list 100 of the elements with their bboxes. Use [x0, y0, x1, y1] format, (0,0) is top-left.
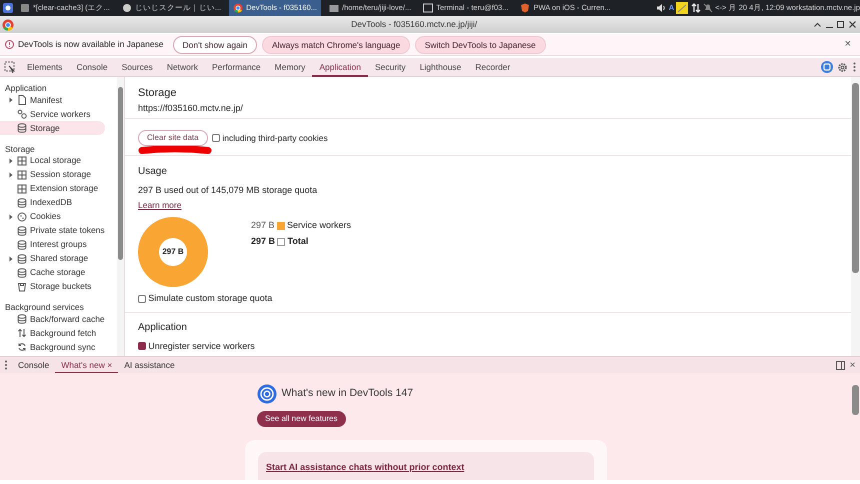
start-menu-icon[interactable]	[0, 0, 16, 16]
speaker-icon[interactable]	[656, 3, 666, 13]
browser-icon	[257, 384, 277, 404]
panel-tab[interactable]: Memory	[268, 58, 312, 76]
sidebar-item[interactable]: Extension storage	[0, 182, 105, 196]
donut-ring	[138, 217, 208, 288]
sidebar-item[interactable]: Service workers	[0, 107, 105, 121]
clear-site-data-button[interactable]: Clear site data	[138, 130, 208, 146]
expand-arrow-icon[interactable]	[8, 256, 14, 262]
browser-icon	[233, 3, 244, 13]
sidebar-item[interactable]: Session storage	[0, 168, 105, 182]
info-message: DevTools is now available in Japanese	[18, 38, 164, 51]
database-icon	[17, 198, 27, 208]
unregister-checkbox[interactable]: Unregister service workers	[138, 340, 838, 353]
sidebar-item[interactable]: Private state tokens	[0, 224, 105, 238]
donut-center-label: 297 B	[162, 246, 184, 258]
sidebar-item[interactable]: Cookies	[0, 210, 105, 224]
sidebar-item[interactable]: Interest groups	[0, 238, 105, 252]
browser-icon	[2, 18, 14, 30]
legend-swatch	[277, 238, 286, 246]
database-icon	[17, 314, 27, 324]
third-party-checkbox[interactable]: including third-party cookies	[212, 132, 328, 144]
sidebar-item[interactable]: Background sync	[0, 340, 105, 354]
file-icon	[17, 95, 27, 105]
expand-arrow-icon[interactable]	[8, 172, 14, 178]
network-icon[interactable]	[690, 3, 701, 13]
panel-tab[interactable]: Recorder	[468, 58, 518, 76]
close-button[interactable]: ×	[844, 36, 851, 53]
see-all-features-button[interactable]: See all new features	[257, 411, 346, 427]
section-title: Application	[138, 321, 188, 335]
sync-icon	[17, 342, 27, 352]
section-heading: Storage	[4, 142, 36, 154]
panel-tab[interactable]: Application	[312, 58, 368, 76]
sidebar-item[interactable]: IndexedDB	[0, 196, 105, 210]
origin-url: https://f035160.mctv.ne.jp/	[138, 102, 244, 115]
database-icon	[17, 240, 27, 250]
window-title: DevTools - f035160.mctv.ne.jp/jiji/	[351, 19, 478, 30]
sidebar-item[interactable]: Storage buckets	[0, 280, 105, 294]
table-icon	[17, 170, 27, 180]
section-title: Usage	[138, 165, 168, 179]
panel-tab[interactable]: Security	[368, 58, 413, 76]
sidebar-item[interactable]: Manifest	[0, 93, 105, 107]
dock-side-icon[interactable]	[836, 360, 846, 370]
panel-tab[interactable]: Elements	[20, 58, 70, 76]
expand-arrow-icon[interactable]	[8, 158, 14, 164]
database-icon	[17, 254, 27, 264]
expand-arrow-icon[interactable]	[8, 214, 14, 220]
cookie-icon	[17, 212, 27, 222]
maximize-icon[interactable]	[837, 21, 844, 28]
drawer-tab[interactable]: Console	[12, 356, 56, 374]
sidebar-item[interactable]: Local storage	[0, 154, 105, 168]
scrollbar[interactable]	[117, 77, 124, 356]
sidebar-item[interactable]: Cache storage	[0, 266, 105, 280]
collapse-icon[interactable]	[814, 22, 821, 27]
usage-summary: 297 B used out of 145,079 MB storage quota	[138, 184, 318, 197]
panel-tab[interactable]: Network	[160, 58, 205, 76]
sidebar-item[interactable]: Shared storage	[0, 252, 105, 266]
panel-tab[interactable]: Performance	[205, 58, 268, 76]
assistant-icon[interactable]	[820, 61, 832, 73]
section-heading: Background services	[4, 301, 85, 312]
legend-label: Service workers	[287, 219, 352, 232]
tab-close-icon[interactable]: ×	[107, 360, 112, 370]
database-icon	[17, 268, 27, 278]
panel-tab[interactable]: Sources	[114, 58, 160, 76]
simulate-quota-checkbox[interactable]: Simulate custom storage quota	[138, 292, 838, 306]
drawer-tab[interactable]: What's new ×	[55, 356, 118, 374]
sidebar-item[interactable]: Background fetch	[0, 326, 105, 340]
sidebar-item[interactable]: Storage	[0, 121, 105, 135]
folder-icon	[329, 3, 339, 13]
up-down-arrows-icon	[17, 328, 27, 338]
close-button[interactable]: ×	[850, 358, 856, 372]
table-icon	[17, 184, 27, 194]
note-icon[interactable]	[676, 2, 688, 14]
terminal-icon	[423, 3, 434, 13]
legend-value: 297 B	[251, 235, 276, 248]
feature-link[interactable]: Start AI assistance chats without prior context	[266, 462, 464, 472]
scrollbar[interactable]	[851, 77, 860, 356]
shield-icon	[520, 3, 530, 13]
learn-more-link[interactable]: Learn more	[138, 200, 182, 210]
sidebar-item[interactable]: Back/forward cache	[0, 312, 105, 326]
infobar-button[interactable]: Switch DevTools to Japanese	[414, 36, 546, 54]
close-icon[interactable]	[848, 21, 856, 28]
more-menu-icon[interactable]	[852, 62, 856, 72]
bucket-icon	[17, 282, 27, 292]
panel-tab[interactable]: Console	[69, 58, 115, 76]
legend-value: 297 B	[251, 219, 275, 232]
infobar-button[interactable]: Don't show again	[172, 36, 258, 54]
settings-icon[interactable]	[837, 62, 848, 72]
app-icon	[20, 3, 30, 13]
bell-muted-icon[interactable]	[702, 3, 713, 13]
whats-new-title: What's new in DevTools 147	[282, 386, 414, 402]
gears-icon	[17, 109, 27, 119]
section-title: Storage	[138, 86, 178, 101]
drawer-tab[interactable]: AI assistance	[118, 356, 181, 374]
database-icon	[17, 226, 27, 236]
info-icon	[4, 40, 14, 49]
expand-arrow-icon[interactable]	[8, 97, 14, 103]
table-icon	[17, 156, 27, 166]
infobar-button[interactable]: Always match Chrome's language	[262, 36, 410, 54]
panel-tab[interactable]: Lighthouse	[412, 58, 468, 76]
